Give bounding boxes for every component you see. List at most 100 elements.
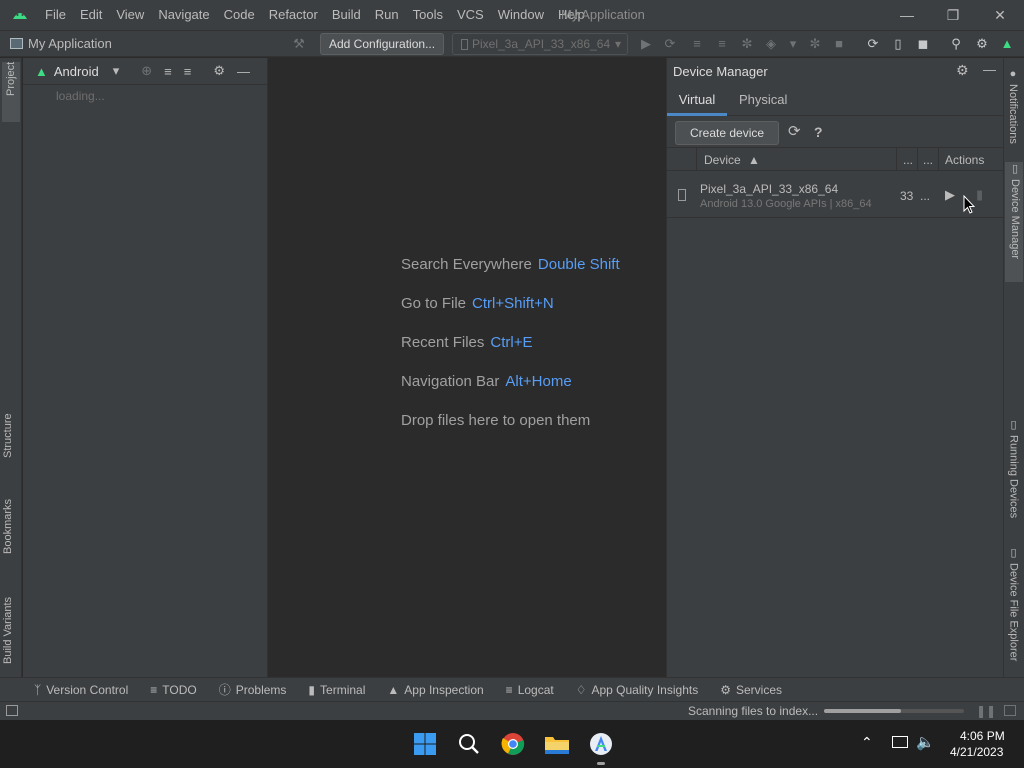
run-icon[interactable]: ▶ xyxy=(637,35,655,53)
tab-app-inspection-label: App Inspection xyxy=(404,682,484,697)
terminal-icon: ▮ xyxy=(308,682,316,697)
tab-app-inspection[interactable]: ▲ App Inspection xyxy=(387,683,483,697)
chevron-down-icon: ▾ xyxy=(614,37,621,51)
tab-app-quality-insights[interactable]: ♢ App Quality Insights xyxy=(576,683,699,697)
pause-icon[interactable]: ❚❚ xyxy=(976,704,996,718)
menu-view[interactable]: View xyxy=(109,7,151,22)
search-icon[interactable]: ⚲ xyxy=(947,35,965,53)
tab-bookmarks[interactable]: Bookmarks xyxy=(2,482,14,554)
tab-services[interactable]: ⚙ Services xyxy=(720,683,782,697)
status-bar: Scanning files to index... ❚❚ xyxy=(0,701,1024,720)
toggle-tool-windows-icon[interactable] xyxy=(6,705,18,716)
menu-window[interactable]: Window xyxy=(491,7,551,22)
tab-virtual[interactable]: Virtual xyxy=(667,86,727,116)
device-manager-icon[interactable]: ▯ xyxy=(889,35,907,53)
device-selector[interactable]: Pixel_3a_API_33_x86_64 ▾ xyxy=(452,33,628,55)
clock-date[interactable]: 4/21/2023 xyxy=(950,745,1003,759)
file-explorer-icon[interactable] xyxy=(543,730,571,758)
hint-shortcut: Ctrl+Shift+N xyxy=(472,295,554,312)
launch-icon[interactable]: ▶ xyxy=(945,187,955,203)
expand-all-icon[interactable]: ≡ xyxy=(164,64,172,79)
tab-logcat[interactable]: ≡ Logcat xyxy=(506,683,554,697)
collapse-all-icon[interactable]: ≡ xyxy=(184,64,192,79)
tab-todo[interactable]: ≡ TODO xyxy=(150,683,196,697)
stop-icon[interactable]: ■ xyxy=(830,35,848,53)
chevron-down-icon[interactable]: ▾ xyxy=(113,63,120,79)
tab-device-file-explorer[interactable]: ▯ Device File Explorer xyxy=(1007,546,1020,661)
device-manager-title: Device Manager xyxy=(673,64,768,79)
more-actions-icon[interactable]: ▮ xyxy=(976,187,983,203)
menu-vcs[interactable]: VCS xyxy=(450,7,491,22)
hammer-icon[interactable]: ⚒ xyxy=(290,35,308,53)
volume-icon[interactable]: 🔈 xyxy=(916,733,935,751)
menu-navigate[interactable]: Navigate xyxy=(151,7,216,22)
tab-build-variants[interactable]: Build Variants xyxy=(2,576,14,664)
column-size[interactable]: ... xyxy=(923,153,933,167)
rerun-icon[interactable]: ⟳ xyxy=(661,35,679,53)
sdk-manager-icon[interactable]: ◼ xyxy=(914,35,932,53)
gear-icon[interactable]: ⚙ xyxy=(956,62,969,79)
create-device-button[interactable]: Create device xyxy=(675,121,780,145)
menu-tools[interactable]: Tools xyxy=(406,7,450,22)
help-icon[interactable]: ? xyxy=(814,124,823,140)
menu-code[interactable]: Code xyxy=(217,7,262,22)
hint-navigation-bar: Navigation Bar Alt+Home xyxy=(401,373,572,390)
refresh-icon[interactable]: ⟳ xyxy=(788,122,801,140)
hide-icon[interactable]: — xyxy=(983,62,996,77)
column-actions: Actions xyxy=(945,153,985,167)
device-row[interactable]: Pixel_3a_API_33_x86_64 Android 13.0 Goog… xyxy=(667,172,1004,218)
android-logo-icon[interactable]: ▲ xyxy=(998,35,1016,53)
close-button[interactable]: ✕ xyxy=(989,4,1011,26)
menu-file[interactable]: File xyxy=(38,7,73,22)
gear-icon[interactable]: ⚙ xyxy=(213,63,225,79)
tab-running-devices[interactable]: ▯ Running Devices xyxy=(1007,418,1020,518)
debug-icon[interactable]: ✼ xyxy=(738,35,756,53)
add-configuration-button[interactable]: Add Configuration... xyxy=(320,33,445,55)
minimize-button[interactable]: — xyxy=(896,4,918,26)
tab-device-manager[interactable]: ▯ Device Manager xyxy=(1005,162,1023,282)
locate-icon[interactable]: ⊕ xyxy=(141,63,152,79)
indexing-status: Scanning files to index... xyxy=(688,704,819,718)
branch-icon: ᛉ xyxy=(34,682,42,697)
sync-gradle-icon[interactable]: ⟳ xyxy=(864,35,882,53)
network-icon[interactable] xyxy=(892,736,908,748)
tab-notifications[interactable]: ● Notifications xyxy=(1007,68,1019,144)
tab-problems-label: Problems xyxy=(235,682,287,697)
tab-version-control[interactable]: ᛉ Version Control xyxy=(34,683,128,697)
tab-structure-label: Structure xyxy=(2,413,14,458)
coverage-icon[interactable]: ✼ xyxy=(806,35,824,53)
project-breadcrumb[interactable]: My Application xyxy=(10,36,112,51)
hide-icon[interactable]: — xyxy=(237,64,250,79)
apply-changes-icon[interactable]: ≡ xyxy=(688,35,706,53)
tab-physical[interactable]: Physical xyxy=(739,86,787,116)
column-device[interactable]: Device ▲ xyxy=(704,153,760,167)
project-view-mode[interactable]: Android xyxy=(54,64,99,79)
menu-run[interactable]: Run xyxy=(368,7,406,22)
search-icon[interactable] xyxy=(455,730,483,758)
hint-shortcut: Ctrl+E xyxy=(490,334,533,351)
tab-problems[interactable]: ⓘ Problems xyxy=(219,681,287,698)
tab-structure[interactable]: Structure xyxy=(2,396,14,458)
menu-build[interactable]: Build xyxy=(325,7,368,22)
android-studio-taskbar-icon[interactable] xyxy=(587,730,615,758)
windows-start-icon[interactable] xyxy=(411,730,439,758)
chevron-up-icon[interactable]: ⌃ xyxy=(861,734,873,751)
menu-edit[interactable]: Edit xyxy=(73,7,109,22)
title-bar: File Edit View Navigate Code Refactor Bu… xyxy=(0,0,1024,30)
restore-button[interactable]: ❐ xyxy=(942,4,964,26)
tab-todo-label: TODO xyxy=(162,682,197,697)
hint-go-to-file: Go to File Ctrl+Shift+N xyxy=(401,295,554,312)
status-widget-icon[interactable] xyxy=(1004,705,1016,716)
apply-code-changes-icon[interactable]: ≡ xyxy=(713,35,731,53)
tab-project[interactable]: Project xyxy=(2,62,20,122)
profile-icon[interactable]: ▾ xyxy=(784,35,802,53)
editor-area[interactable]: Search Everywhere Double Shift Go to File… xyxy=(269,58,665,677)
gear-icon[interactable]: ⚙ xyxy=(973,35,991,53)
tab-terminal[interactable]: ▮ Terminal xyxy=(308,683,365,697)
menu-refactor[interactable]: Refactor xyxy=(262,7,325,22)
chrome-icon[interactable] xyxy=(499,730,527,758)
clock-time[interactable]: 4:06 PM xyxy=(960,729,1005,743)
attach-debugger-icon[interactable]: ◈ xyxy=(762,35,780,53)
column-api[interactable]: ... xyxy=(903,153,913,167)
column-device-label: Device xyxy=(704,153,741,167)
